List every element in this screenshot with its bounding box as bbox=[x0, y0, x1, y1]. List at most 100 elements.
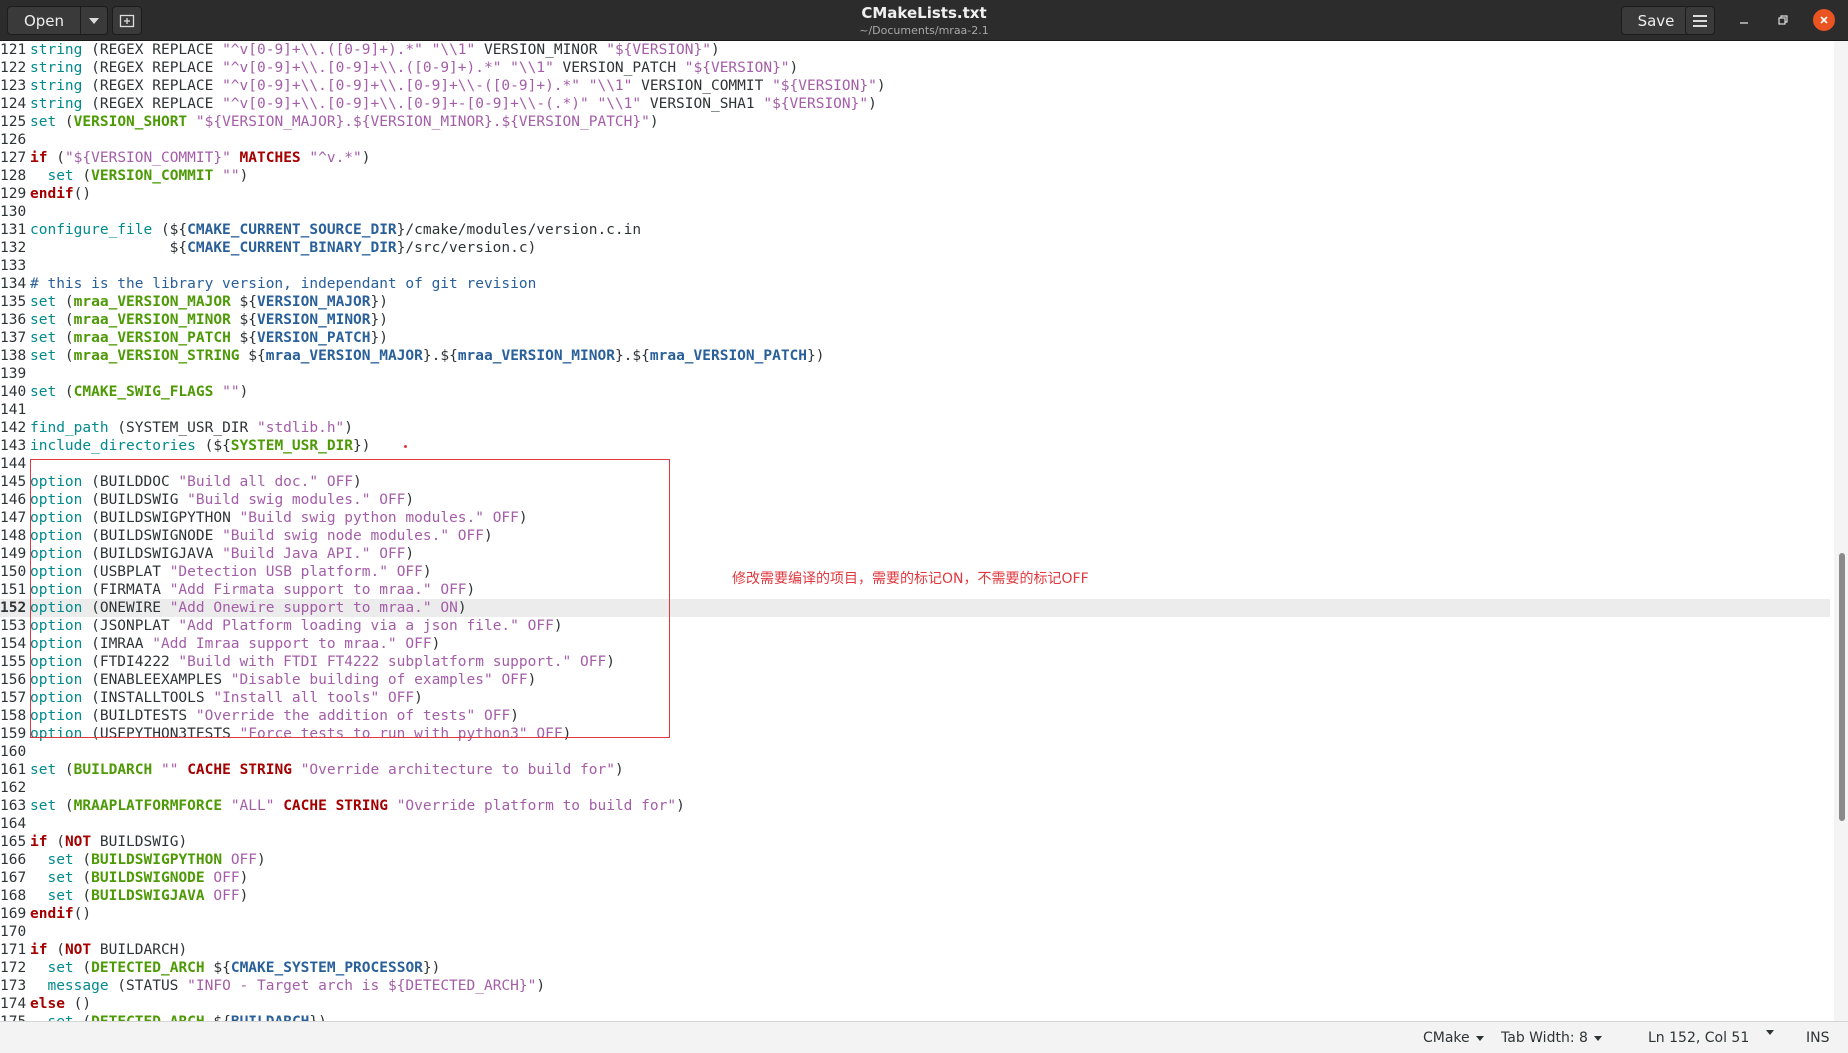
code-token: "Build swig python modules." bbox=[239, 510, 484, 526]
code-line[interactable]: 169 endif() bbox=[0, 905, 1830, 923]
tab-width-selector[interactable]: Tab Width: 8 bbox=[1501, 1030, 1602, 1046]
code-line[interactable]: 165 if (NOT BUILDSWIG) bbox=[0, 833, 1830, 851]
code-line[interactable]: 133 bbox=[0, 257, 1830, 275]
code-line[interactable]: 156 option (ENABLEEXAMPLES "Disable build… bbox=[0, 671, 1830, 689]
main-menu-button[interactable] bbox=[1685, 6, 1715, 35]
code-line[interactable]: 148 option (BUILDSWIGNODE "Build swig nod… bbox=[0, 527, 1830, 545]
code-line[interactable]: 172 set (DETECTED_ARCH ${CMAKE_SYSTEM_PR… bbox=[0, 959, 1830, 977]
code-line[interactable]: 166 set (BUILDSWIGPYTHON OFF) bbox=[0, 851, 1830, 869]
line-code: # this is the library version, independa… bbox=[30, 275, 536, 293]
code-line[interactable]: 142 find_path (SYSTEM_USR_DIR "stdlib.h") bbox=[0, 419, 1830, 437]
code-token: ${ bbox=[30, 240, 188, 256]
cursor-position[interactable]: Ln 152, Col 51 bbox=[1648, 1030, 1749, 1046]
code-token: "Add Onewire support to mraa." bbox=[169, 600, 432, 616]
text-editor[interactable]: 121 string (REGEX REPLACE "^v[0-9]+\\.([0… bbox=[0, 41, 1848, 1021]
code-token: DETECTED_ARCH bbox=[91, 960, 205, 976]
code-line[interactable]: 163 set (MRAAPLATFORMFORCE "ALL" CACHE ST… bbox=[0, 797, 1830, 815]
scrollbar-thumb[interactable] bbox=[1839, 553, 1845, 821]
code-line[interactable]: 162 bbox=[0, 779, 1830, 797]
code-line[interactable]: 136 set (mraa_VERSION_MINOR ${VERSION_MIN… bbox=[0, 311, 1830, 329]
code-line[interactable]: 126 bbox=[0, 131, 1830, 149]
chevron-down-icon bbox=[1475, 1035, 1484, 1041]
code-line[interactable]: 138 set (mraa_VERSION_STRING ${mraa_VERSI… bbox=[0, 347, 1830, 365]
code-line[interactable]: 129 endif() bbox=[0, 185, 1830, 203]
position-menu-button[interactable] bbox=[1766, 1030, 1774, 1035]
code-line[interactable]: 155 option (FTDI4222 "Build with FTDI FT4… bbox=[0, 653, 1830, 671]
close-window-button[interactable] bbox=[1813, 9, 1835, 31]
code-line[interactable]: 122 string (REGEX REPLACE "^v[0-9]+\\.[0-… bbox=[0, 59, 1830, 77]
code-line[interactable]: 130 bbox=[0, 203, 1830, 221]
line-number: 159 bbox=[0, 726, 27, 742]
code-token: "${VERSION}" bbox=[684, 60, 790, 76]
code-line[interactable]: 167 set (BUILDSWIGNODE OFF) bbox=[0, 869, 1830, 887]
code-token: option bbox=[30, 690, 83, 706]
code-token: BUILDARCH bbox=[73, 762, 153, 778]
line-code: option (IMRAA "Add Imraa support to mraa… bbox=[30, 635, 440, 653]
code-token: string bbox=[30, 60, 83, 76]
code-line[interactable]: 153 option (JSONPLAT "Add Platform loadin… bbox=[0, 617, 1830, 635]
code-token: OFF bbox=[387, 690, 415, 706]
code-line[interactable]: 157 option (INSTALLTOOLS "Install all too… bbox=[0, 689, 1830, 707]
code-line[interactable]: 124 string (REGEX REPLACE "^v[0-9]+\\.[0-… bbox=[0, 95, 1830, 113]
code-line[interactable]: 171 if (NOT BUILDARCH) bbox=[0, 941, 1830, 959]
code-line[interactable]: 161 set (BUILDARCH "" CACHE STRING "Overr… bbox=[0, 761, 1830, 779]
code-line[interactable]: 131 configure_file (${CMAKE_CURRENT_SOURC… bbox=[0, 221, 1830, 239]
line-code: string (REGEX REPLACE "^v[0-9]+\\.[0-9]+… bbox=[30, 59, 798, 77]
code-line[interactable]: 135 set (mraa_VERSION_MAJOR ${VERSION_MAJ… bbox=[0, 293, 1830, 311]
code-line[interactable]: 145 option (BUILDDOC "Build all doc." OFF… bbox=[0, 473, 1830, 491]
code-line[interactable]: 158 option (BUILDTESTS "Override the addi… bbox=[0, 707, 1830, 725]
code-token: ) bbox=[361, 150, 371, 166]
line-code: option (BUILDSWIGJAVA "Build Java API." … bbox=[30, 545, 414, 563]
vertical-scrollbar[interactable] bbox=[1834, 41, 1848, 1021]
code-token: (USBPLAT bbox=[82, 564, 170, 580]
line-number: 125 bbox=[0, 114, 27, 130]
code-line[interactable]: 168 set (BUILDSWIGJAVA OFF) bbox=[0, 887, 1830, 905]
code-line[interactable]: 139 bbox=[0, 365, 1830, 383]
code-line[interactable]: 140 set (CMAKE_SWIG_FLAGS "") bbox=[0, 383, 1830, 401]
code-lines[interactable]: 121 string (REGEX REPLACE "^v[0-9]+\\.([0… bbox=[0, 41, 1830, 1021]
code-line[interactable]: 121 string (REGEX REPLACE "^v[0-9]+\\.([0… bbox=[0, 41, 1830, 59]
code-line[interactable]: 152 option (ONEWIRE "Add Onewire support … bbox=[0, 599, 1830, 617]
line-number: 147 bbox=[0, 510, 27, 526]
code-line[interactable]: 123 string (REGEX REPLACE "^v[0-9]+\\.[0-… bbox=[0, 77, 1830, 95]
code-line[interactable]: 154 option (IMRAA "Add Imraa support to m… bbox=[0, 635, 1830, 653]
code-line[interactable]: 141 bbox=[0, 401, 1830, 419]
open-menu-button[interactable] bbox=[80, 6, 108, 35]
code-token: }.${ bbox=[422, 348, 458, 364]
code-line[interactable]: 173 message (STATUS "INFO - Target arch … bbox=[0, 977, 1830, 995]
save-button[interactable]: Save bbox=[1621, 6, 1691, 35]
code-line[interactable]: 137 set (mraa_VERSION_PATCH ${VERSION_PAT… bbox=[0, 329, 1830, 347]
code-line[interactable]: 160 bbox=[0, 743, 1830, 761]
code-token: ( bbox=[73, 852, 92, 868]
minimize-button[interactable] bbox=[1733, 9, 1755, 31]
code-token: "\\1" bbox=[597, 96, 642, 112]
code-line[interactable]: 149 option (BUILDSWIGJAVA "Build Java API… bbox=[0, 545, 1830, 563]
code-token: option bbox=[30, 546, 83, 562]
restore-button[interactable] bbox=[1772, 9, 1794, 31]
insert-mode-indicator[interactable]: INS bbox=[1806, 1030, 1830, 1046]
code-line[interactable]: 159 option (USEPYTHON3TESTS "Force tests … bbox=[0, 725, 1830, 743]
code-line[interactable]: 147 option (BUILDSWIGPYTHON "Build swig p… bbox=[0, 509, 1830, 527]
code-token: (FIRMATA bbox=[82, 582, 170, 598]
code-line[interactable]: 170 bbox=[0, 923, 1830, 941]
code-line[interactable]: 132 ${CMAKE_CURRENT_BINARY_DIR}/src/vers… bbox=[0, 239, 1830, 257]
open-button[interactable]: Open bbox=[7, 6, 81, 35]
code-line[interactable]: 144 bbox=[0, 455, 1830, 473]
code-line[interactable]: 134 # this is the library version, indepe… bbox=[0, 275, 1830, 293]
code-token: VERSION_MINOR bbox=[257, 312, 371, 328]
new-document-button[interactable] bbox=[112, 6, 142, 35]
insert-mode-label: INS bbox=[1806, 1030, 1830, 1046]
code-line[interactable]: 125 set (VERSION_SHORT "${VERSION_MAJOR}.… bbox=[0, 113, 1830, 131]
code-line[interactable]: 164 bbox=[0, 815, 1830, 833]
code-token: MRAAPLATFORMFORCE bbox=[73, 798, 223, 814]
code-token: CMAKE_CURRENT_SOURCE_DIR bbox=[187, 222, 397, 238]
code-line[interactable]: 143 include_directories (${SYSTEM_USR_DIR… bbox=[0, 437, 1830, 455]
code-line[interactable]: 174 else () bbox=[0, 995, 1830, 1013]
code-line[interactable]: 175 set (DETECTED_ARCH ${BUILDARCH}) bbox=[0, 1013, 1830, 1021]
code-line[interactable]: 127 if ("${VERSION_COMMIT}" MATCHES "^v.*… bbox=[0, 149, 1830, 167]
code-line[interactable]: 146 option (BUILDSWIG "Build swig modules… bbox=[0, 491, 1830, 509]
language-selector[interactable]: CMake bbox=[1423, 1030, 1484, 1046]
code-line[interactable]: 128 set (VERSION_COMMIT "") bbox=[0, 167, 1830, 185]
